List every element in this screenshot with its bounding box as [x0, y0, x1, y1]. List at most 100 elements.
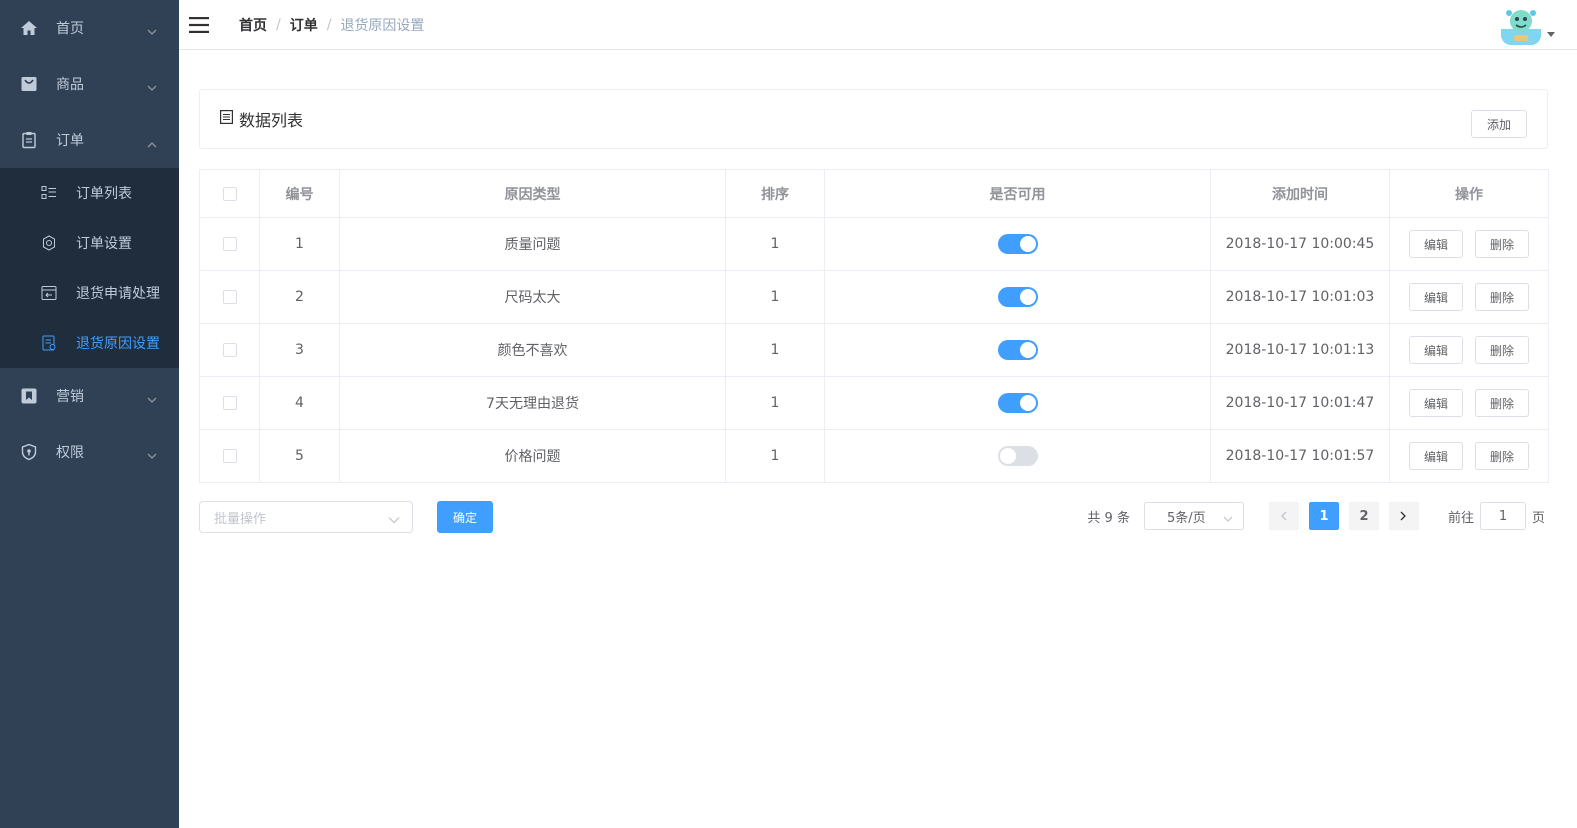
chevron-down-icon: [1223, 512, 1233, 527]
delete-button[interactable]: 删除: [1475, 336, 1530, 364]
edit-button[interactable]: 编辑: [1408, 230, 1463, 258]
chevron-left-icon: [1281, 511, 1287, 521]
column-header-sort: 排序: [725, 169, 825, 218]
enabled-switch[interactable]: [997, 446, 1038, 466]
switch-knob: [1019, 342, 1036, 358]
breadcrumb-orders[interactable]: 订单: [290, 15, 318, 35]
shopping-bag-icon: [20, 75, 38, 93]
column-header-actions: 操作: [1389, 169, 1549, 218]
sidebar-item-return-reason[interactable]: 退货原因设置: [0, 318, 179, 368]
cell-sort: 1: [725, 376, 825, 430]
enabled-switch[interactable]: [997, 287, 1038, 307]
delete-button[interactable]: 删除: [1475, 283, 1530, 311]
sidebar-item-orders[interactable]: 订单: [0, 112, 179, 168]
batch-select[interactable]: 批量操作: [199, 501, 413, 533]
sidebar-item-label: 退货申请处理: [76, 286, 160, 302]
return-icon: [40, 284, 58, 302]
row-checkbox[interactable]: [222, 237, 237, 251]
next-page-button[interactable]: [1388, 502, 1419, 530]
chevron-down-icon: [147, 80, 157, 96]
batch-bar: 批量操作 确定: [199, 501, 493, 533]
sidebar-item-home[interactable]: 首页: [0, 0, 179, 56]
list-icon: [40, 184, 58, 202]
chevron-down-icon: [388, 513, 400, 528]
cell-time: 2018-10-17 10:01:13: [1210, 323, 1390, 377]
row-checkbox[interactable]: [222, 290, 237, 304]
bookmark-icon: [20, 387, 38, 405]
panel-header: 数据列表 添加: [199, 89, 1548, 149]
delete-button[interactable]: 删除: [1475, 389, 1530, 417]
column-header-enabled: 是否可用: [824, 169, 1211, 218]
edit-button[interactable]: 编辑: [1408, 336, 1463, 364]
cell-time: 2018-10-17 10:01:47: [1210, 376, 1390, 430]
cell-time: 2018-10-17 10:01:57: [1210, 429, 1390, 483]
confirm-button[interactable]: 确定: [437, 501, 493, 533]
table-row: 2 尺码太大 1 2018-10-17 10:01:03 编辑 删除: [199, 270, 1549, 324]
cell-type: 7天无理由退货: [339, 376, 726, 430]
breadcrumb-separator: /: [326, 16, 332, 33]
sidebar-item-return-apply[interactable]: 退货申请处理: [0, 268, 179, 318]
sidebar-item-permissions[interactable]: 权限: [0, 424, 179, 480]
sidebar-item-label: 订单列表: [76, 186, 132, 202]
cell-sort: 1: [725, 429, 825, 483]
column-header-time: 添加时间: [1210, 169, 1390, 218]
page-size-value: 5条/页: [1166, 510, 1206, 526]
sidebar-item-label: 首页: [56, 21, 84, 37]
sidebar-item-order-settings[interactable]: 订单设置: [0, 218, 179, 268]
edit-button[interactable]: 编辑: [1408, 389, 1463, 417]
page-jumper: 前往 1 页: [1448, 502, 1545, 530]
cell-sort: 1: [725, 217, 825, 271]
table-row: 5 价格问题 1 2018-10-17 10:01:57 编辑 删除: [199, 429, 1549, 483]
list-icon: [220, 110, 234, 128]
row-checkbox[interactable]: [222, 396, 237, 410]
clipboard-icon: [20, 131, 38, 149]
cell-type: 颜色不喜欢: [339, 323, 726, 377]
sidebar-item-marketing[interactable]: 营销: [0, 368, 179, 424]
row-checkbox[interactable]: [222, 449, 237, 463]
page-button-2[interactable]: 2: [1348, 502, 1379, 530]
order-submenu: 订单列表 订单设置 退货申请处理 退货原因设置: [0, 168, 179, 368]
row-checkbox[interactable]: [222, 343, 237, 357]
hamburger-icon[interactable]: [189, 15, 209, 35]
cell-time: 2018-10-17 10:00:45: [1210, 217, 1390, 271]
select-all-cell: [199, 169, 260, 218]
select-all-checkbox[interactable]: [222, 186, 237, 201]
cell-type: 价格问题: [339, 429, 726, 483]
edit-button[interactable]: 编辑: [1408, 442, 1463, 470]
breadcrumb-current: 退货原因设置: [340, 17, 425, 34]
user-menu[interactable]: [1501, 5, 1555, 45]
breadcrumb-home[interactable]: 首页: [239, 15, 267, 35]
cell-sort: 1: [725, 270, 825, 324]
switch-knob: [1019, 236, 1036, 252]
column-header-id: 编号: [259, 169, 340, 218]
cell-sort: 1: [725, 323, 825, 377]
gear-icon: [40, 234, 58, 252]
goto-page-input[interactable]: 1: [1479, 502, 1526, 530]
shield-icon: [20, 443, 38, 461]
switch-knob: [999, 448, 1016, 464]
delete-button[interactable]: 删除: [1475, 442, 1530, 470]
enabled-switch[interactable]: [997, 234, 1038, 254]
delete-button[interactable]: 删除: [1475, 230, 1530, 258]
edit-button[interactable]: 编辑: [1408, 283, 1463, 311]
prev-page-button[interactable]: [1268, 502, 1299, 530]
cell-id: 2: [259, 270, 340, 324]
pagination-total: 共 9 条: [1087, 510, 1130, 526]
goto-suffix: 页: [1531, 510, 1545, 526]
sidebar-item-label: 订单设置: [76, 236, 132, 252]
switch-knob: [1019, 395, 1036, 411]
sidebar-item-order-list[interactable]: 订单列表: [0, 168, 179, 218]
caret-down-icon[interactable]: [1547, 32, 1555, 37]
enabled-switch[interactable]: [997, 393, 1038, 413]
chevron-down-icon: [147, 24, 157, 40]
page-button-1[interactable]: 1: [1308, 502, 1339, 530]
avatar[interactable]: [1501, 5, 1541, 45]
home-icon: [20, 19, 38, 37]
switch-knob: [1019, 289, 1036, 305]
chevron-down-icon: [147, 392, 157, 408]
page-size-select[interactable]: 5条/页: [1143, 502, 1244, 530]
sidebar-item-products[interactable]: 商品: [0, 56, 179, 112]
add-button[interactable]: 添加: [1470, 110, 1527, 138]
enabled-switch[interactable]: [997, 340, 1038, 360]
goto-prefix: 前往: [1447, 510, 1474, 526]
